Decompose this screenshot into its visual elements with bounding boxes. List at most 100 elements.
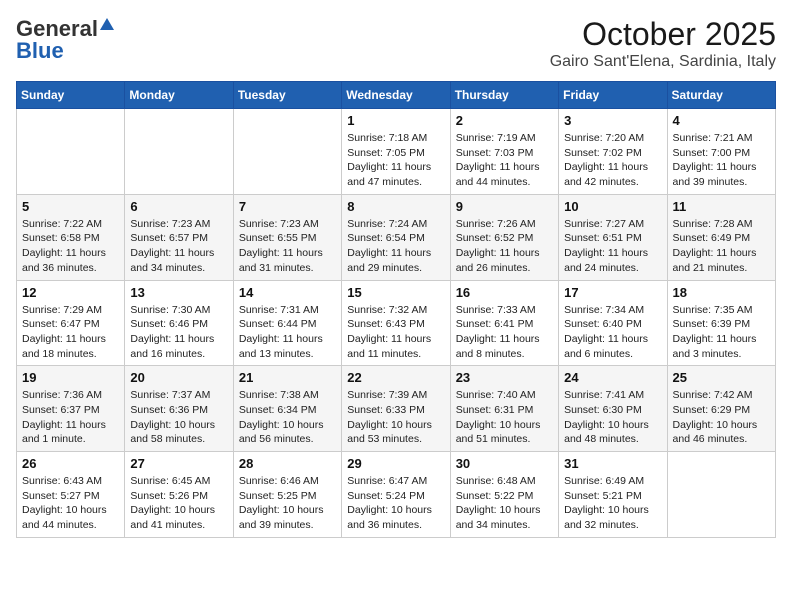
calendar-cell: 26 Sunrise: 6:43 AM Sunset: 5:27 PM Dayli…	[17, 452, 125, 538]
calendar-cell: 21 Sunrise: 7:38 AM Sunset: 6:34 PM Dayli…	[233, 366, 341, 452]
day-info: Sunrise: 7:36 AM Sunset: 6:37 PM Dayligh…	[22, 388, 119, 447]
day-number: 29	[347, 456, 444, 471]
day-number: 14	[239, 285, 336, 300]
calendar-cell: 31Sunrise: 6:49 AM Sunset: 5:21 PM Dayli…	[559, 452, 667, 538]
day-number: 22	[347, 370, 444, 385]
calendar-cell: 30 Sunrise: 6:48 AM Sunset: 5:22 PM Dayli…	[450, 452, 558, 538]
day-info: Sunrise: 7:24 AM Sunset: 6:54 PM Dayligh…	[347, 217, 444, 276]
day-info: Sunrise: 7:21 AM Sunset: 7:00 PM Dayligh…	[673, 131, 770, 190]
day-info: Sunrise: 7:26 AM Sunset: 6:52 PM Dayligh…	[456, 217, 553, 276]
logo-blue-text: Blue	[16, 38, 64, 64]
day-number: 27	[130, 456, 227, 471]
day-number: 9	[456, 199, 553, 214]
day-info: Sunrise: 7:27 AM Sunset: 6:51 PM Dayligh…	[564, 217, 661, 276]
calendar-week-1: 1Sunrise: 7:18 AM Sunset: 7:05 PM Daylig…	[17, 109, 776, 195]
calendar-cell: 1Sunrise: 7:18 AM Sunset: 7:05 PM Daylig…	[342, 109, 450, 195]
day-info: Sunrise: 7:29 AM Sunset: 6:47 PM Dayligh…	[22, 303, 119, 362]
day-info: Sunrise: 6:45 AM Sunset: 5:26 PM Dayligh…	[130, 474, 227, 533]
calendar-cell	[233, 109, 341, 195]
calendar-cell: 25Sunrise: 7:42 AM Sunset: 6:29 PM Dayli…	[667, 366, 775, 452]
day-info: Sunrise: 7:40 AM Sunset: 6:31 PM Dayligh…	[456, 388, 553, 447]
day-info: Sunrise: 7:32 AM Sunset: 6:43 PM Dayligh…	[347, 303, 444, 362]
day-number: 5	[22, 199, 119, 214]
day-info: Sunrise: 7:19 AM Sunset: 7:03 PM Dayligh…	[456, 131, 553, 190]
day-number: 6	[130, 199, 227, 214]
location-title: Gairo Sant'Elena, Sardinia, Italy	[550, 53, 776, 71]
calendar-cell: 6 Sunrise: 7:23 AM Sunset: 6:57 PM Daylig…	[125, 194, 233, 280]
day-number: 7	[239, 199, 336, 214]
day-number: 4	[673, 113, 770, 128]
calendar-week-2: 5Sunrise: 7:22 AM Sunset: 6:58 PM Daylig…	[17, 194, 776, 280]
day-info: Sunrise: 6:46 AM Sunset: 5:25 PM Dayligh…	[239, 474, 336, 533]
day-number: 13	[130, 285, 227, 300]
day-number: 3	[564, 113, 661, 128]
day-info: Sunrise: 7:33 AM Sunset: 6:41 PM Dayligh…	[456, 303, 553, 362]
title-block: October 2025 Gairo Sant'Elena, Sardinia,…	[550, 16, 776, 71]
weekday-header-friday: Friday	[559, 82, 667, 109]
day-info: Sunrise: 6:43 AM Sunset: 5:27 PM Dayligh…	[22, 474, 119, 533]
day-number: 18	[673, 285, 770, 300]
day-number: 2	[456, 113, 553, 128]
day-number: 17	[564, 285, 661, 300]
calendar-cell: 18Sunrise: 7:35 AM Sunset: 6:39 PM Dayli…	[667, 280, 775, 366]
day-number: 23	[456, 370, 553, 385]
weekday-header-row: SundayMondayTuesdayWednesdayThursdayFrid…	[17, 82, 776, 109]
calendar-week-3: 12 Sunrise: 7:29 AM Sunset: 6:47 PM Dayli…	[17, 280, 776, 366]
calendar-cell: 15Sunrise: 7:32 AM Sunset: 6:43 PM Dayli…	[342, 280, 450, 366]
logo-triangle-icon	[100, 18, 114, 30]
weekday-header-monday: Monday	[125, 82, 233, 109]
day-info: Sunrise: 7:31 AM Sunset: 6:44 PM Dayligh…	[239, 303, 336, 362]
day-info: Sunrise: 7:30 AM Sunset: 6:46 PM Dayligh…	[130, 303, 227, 362]
calendar-cell: 9 Sunrise: 7:26 AM Sunset: 6:52 PM Daylig…	[450, 194, 558, 280]
calendar-cell: 14 Sunrise: 7:31 AM Sunset: 6:44 PM Dayli…	[233, 280, 341, 366]
month-title: October 2025	[550, 16, 776, 53]
day-number: 1	[347, 113, 444, 128]
calendar-cell	[667, 452, 775, 538]
weekday-header-tuesday: Tuesday	[233, 82, 341, 109]
calendar-cell	[17, 109, 125, 195]
day-number: 26	[22, 456, 119, 471]
day-number: 30	[456, 456, 553, 471]
day-info: Sunrise: 6:47 AM Sunset: 5:24 PM Dayligh…	[347, 474, 444, 533]
calendar-cell: 2 Sunrise: 7:19 AM Sunset: 7:03 PM Daylig…	[450, 109, 558, 195]
calendar-cell: 24 Sunrise: 7:41 AM Sunset: 6:30 PM Dayli…	[559, 366, 667, 452]
weekday-header-sunday: Sunday	[17, 82, 125, 109]
day-info: Sunrise: 6:48 AM Sunset: 5:22 PM Dayligh…	[456, 474, 553, 533]
day-number: 16	[456, 285, 553, 300]
calendar-cell: 29 Sunrise: 6:47 AM Sunset: 5:24 PM Dayli…	[342, 452, 450, 538]
calendar-cell: 7Sunrise: 7:23 AM Sunset: 6:55 PM Daylig…	[233, 194, 341, 280]
day-info: Sunrise: 7:20 AM Sunset: 7:02 PM Dayligh…	[564, 131, 661, 190]
day-info: Sunrise: 7:39 AM Sunset: 6:33 PM Dayligh…	[347, 388, 444, 447]
day-info: Sunrise: 7:23 AM Sunset: 6:57 PM Dayligh…	[130, 217, 227, 276]
calendar-cell: 10 Sunrise: 7:27 AM Sunset: 6:51 PM Dayli…	[559, 194, 667, 280]
calendar-cell: 13 Sunrise: 7:30 AM Sunset: 6:46 PM Dayli…	[125, 280, 233, 366]
day-info: Sunrise: 7:28 AM Sunset: 6:49 PM Dayligh…	[673, 217, 770, 276]
day-info: Sunrise: 7:37 AM Sunset: 6:36 PM Dayligh…	[130, 388, 227, 447]
calendar-cell: 28 Sunrise: 6:46 AM Sunset: 5:25 PM Dayli…	[233, 452, 341, 538]
weekday-header-saturday: Saturday	[667, 82, 775, 109]
day-number: 11	[673, 199, 770, 214]
day-number: 21	[239, 370, 336, 385]
day-info: Sunrise: 7:34 AM Sunset: 6:40 PM Dayligh…	[564, 303, 661, 362]
weekday-header-wednesday: Wednesday	[342, 82, 450, 109]
day-number: 10	[564, 199, 661, 214]
day-number: 24	[564, 370, 661, 385]
day-number: 31	[564, 456, 661, 471]
calendar-cell: 12 Sunrise: 7:29 AM Sunset: 6:47 PM Dayli…	[17, 280, 125, 366]
weekday-header-thursday: Thursday	[450, 82, 558, 109]
calendar-table: SundayMondayTuesdayWednesdayThursdayFrid…	[16, 81, 776, 538]
day-number: 12	[22, 285, 119, 300]
calendar-cell: 27 Sunrise: 6:45 AM Sunset: 5:26 PM Dayli…	[125, 452, 233, 538]
day-number: 25	[673, 370, 770, 385]
calendar-cell: 22 Sunrise: 7:39 AM Sunset: 6:33 PM Dayli…	[342, 366, 450, 452]
day-number: 28	[239, 456, 336, 471]
calendar-cell: 4 Sunrise: 7:21 AM Sunset: 7:00 PM Daylig…	[667, 109, 775, 195]
calendar-cell: 3 Sunrise: 7:20 AM Sunset: 7:02 PM Daylig…	[559, 109, 667, 195]
calendar-cell: 5Sunrise: 7:22 AM Sunset: 6:58 PM Daylig…	[17, 194, 125, 280]
day-info: Sunrise: 7:38 AM Sunset: 6:34 PM Dayligh…	[239, 388, 336, 447]
day-info: Sunrise: 7:41 AM Sunset: 6:30 PM Dayligh…	[564, 388, 661, 447]
calendar-body: 1Sunrise: 7:18 AM Sunset: 7:05 PM Daylig…	[17, 109, 776, 538]
calendar-cell: 17 Sunrise: 7:34 AM Sunset: 6:40 PM Dayli…	[559, 280, 667, 366]
day-number: 20	[130, 370, 227, 385]
calendar-cell: 19Sunrise: 7:36 AM Sunset: 6:37 PM Dayli…	[17, 366, 125, 452]
